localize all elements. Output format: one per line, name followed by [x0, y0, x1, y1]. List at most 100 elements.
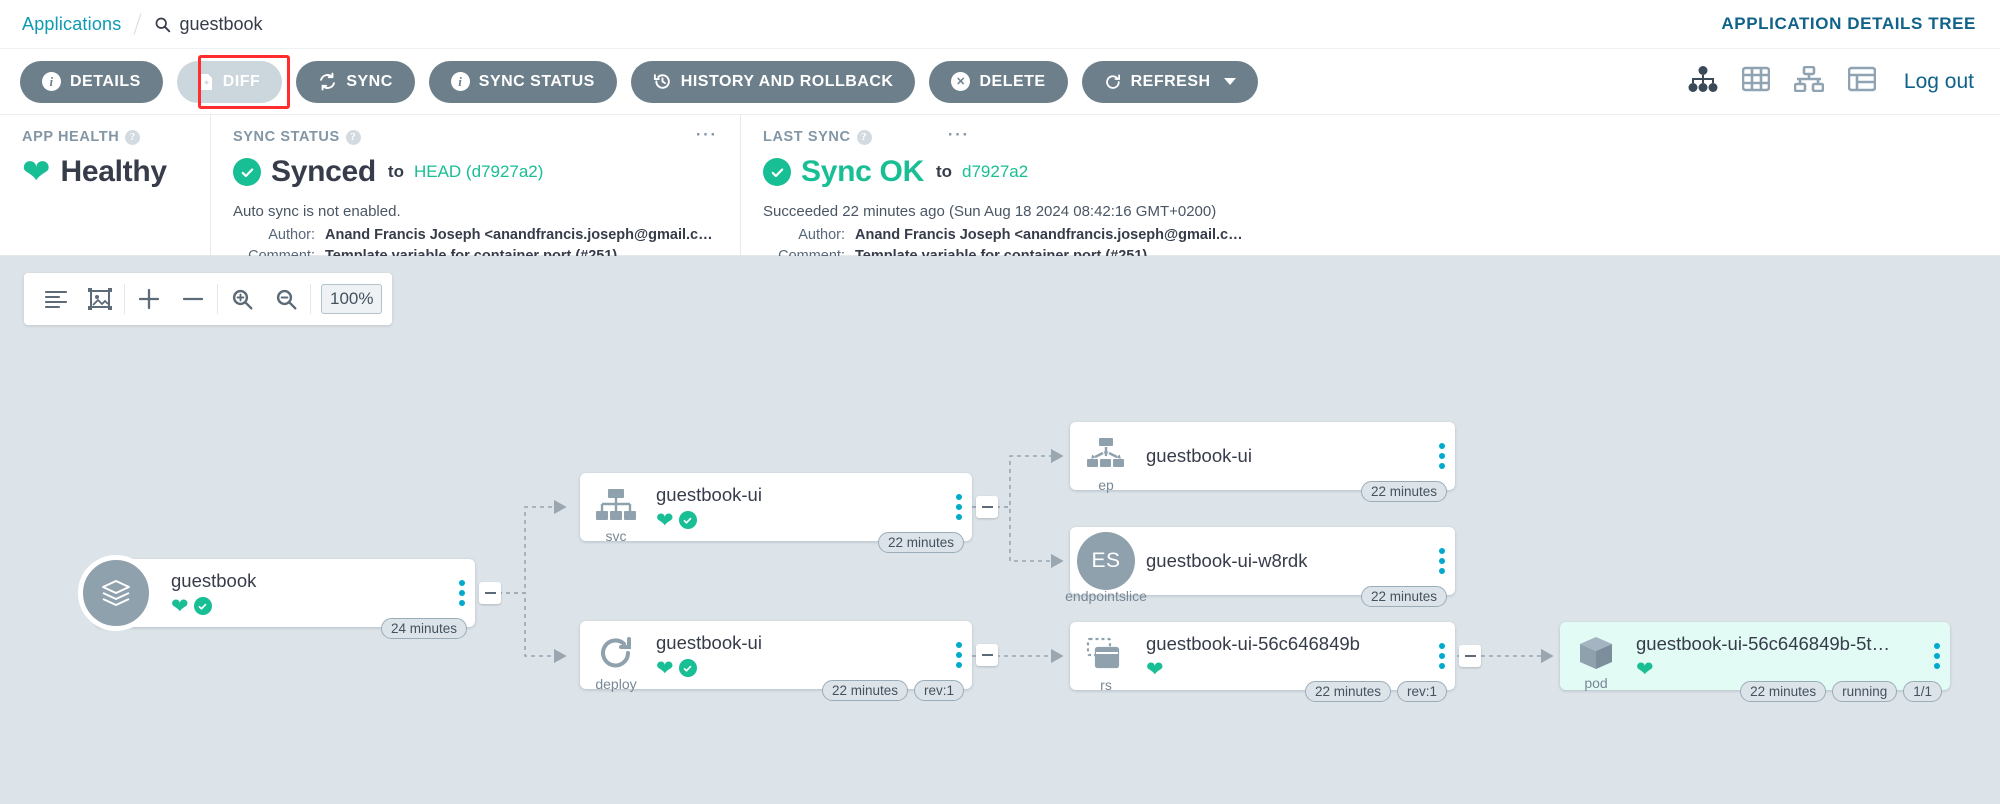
- tiles-view-icon[interactable]: [1742, 66, 1770, 97]
- close-circle-icon: ✕: [951, 72, 970, 91]
- node-body: guestbook ❤: [167, 570, 465, 617]
- sync-status-title: SYNC STATUS ?: [233, 129, 718, 145]
- node-menu-button[interactable]: [1439, 548, 1445, 574]
- last-sync-value-row: Sync OK to d7927a2: [763, 155, 1978, 189]
- node-name: guestbook-ui: [656, 632, 962, 654]
- graph-node-ep[interactable]: ep guestbook-ui 22 minutes: [1070, 422, 1455, 490]
- graph-node-endpointslice[interactable]: ES endpointslice guestbook-ui-w8rdk 22 m…: [1070, 527, 1455, 595]
- node-body: guestbook-ui-56c646849b-5t… ❤: [1632, 633, 1940, 680]
- help-icon[interactable]: ?: [346, 130, 361, 145]
- more-horizontal-icon[interactable]: ⋯: [947, 129, 971, 139]
- heart-icon: ❤: [22, 155, 51, 189]
- last-sync-note: Succeeded 22 minutes ago (Sun Aug 18 202…: [763, 203, 1978, 220]
- node-ready-badge: 1/1: [1903, 681, 1942, 702]
- status-panels: APP HEALTH ? ❤ Healthy SYNC STATUS ? ⋯ S…: [0, 114, 2000, 256]
- node-name: guestbook-ui-56c646849b-5t…: [1636, 633, 1940, 655]
- heart-icon: ❤: [171, 596, 189, 617]
- node-menu-button[interactable]: [459, 580, 465, 606]
- delete-button[interactable]: ✕ DELETE: [929, 61, 1067, 103]
- details-button-label: DETAILS: [70, 73, 141, 91]
- action-toolbar: i DETAILS DIFF SYNC i SYNC STATUS HISTOR…: [0, 48, 2000, 114]
- node-kind: rs: [1100, 677, 1112, 693]
- check-circle-icon: [763, 158, 791, 186]
- endpointslice-initials: ES: [1091, 549, 1120, 573]
- app-health-title-text: APP HEALTH: [22, 129, 119, 145]
- sync-status-panel: SYNC STATUS ? ⋯ Synced to HEAD (d7927a2)…: [210, 115, 740, 255]
- node-age-badge: 24 minutes: [381, 618, 467, 639]
- sync-revision-link[interactable]: HEAD (d7927a2): [414, 162, 543, 182]
- graph-node-svc[interactable]: svc guestbook-ui ❤ 22 minutes: [580, 473, 972, 541]
- heart-icon: ❤: [1636, 659, 1654, 680]
- graph-node-pod[interactable]: pod guestbook-ui-56c646849b-5t… ❤ 22 min…: [1560, 622, 1950, 690]
- details-button[interactable]: i DETAILS: [20, 61, 163, 103]
- node-body: guestbook-ui-w8rdk: [1142, 550, 1445, 572]
- file-diff-icon: [199, 73, 214, 91]
- node-collapse-button[interactable]: [976, 644, 998, 666]
- graph-toolbar: 100%: [24, 273, 392, 325]
- node-name: guestbook-ui-56c646849b: [1146, 633, 1445, 655]
- help-icon[interactable]: ?: [125, 130, 140, 145]
- node-collapse-button[interactable]: [976, 496, 998, 518]
- node-collapse-button[interactable]: [1459, 645, 1481, 667]
- node-icon-wrapper: rs: [1070, 637, 1142, 676]
- zoom-in-icon[interactable]: [220, 273, 264, 325]
- list-view-icon[interactable]: [1848, 66, 1876, 97]
- plus-icon[interactable]: [127, 273, 171, 325]
- last-sync-author-value: Anand Francis Joseph <anandfrancis.josep…: [855, 225, 1243, 246]
- app-health-value-row: ❤ Healthy: [22, 155, 188, 189]
- last-sync-author-row: Author: Anand Francis Joseph <anandfranc…: [763, 225, 1978, 246]
- heart-icon: ❤: [656, 658, 674, 679]
- help-icon[interactable]: ?: [857, 130, 872, 145]
- application-resource-tree[interactable]: 100%: [0, 256, 2000, 804]
- sync-author-key: Author:: [233, 225, 325, 246]
- node-status: ❤: [656, 510, 962, 531]
- tree-view-icon[interactable]: [1688, 66, 1718, 97]
- node-name: guestbook-ui: [656, 484, 962, 506]
- network-view-icon[interactable]: [1794, 66, 1824, 97]
- check-circle-icon: [679, 511, 697, 529]
- graph-node-deploy[interactable]: deploy guestbook-ui ❤ 22 minutes rev:1: [580, 621, 972, 689]
- node-icon-wrapper: ES endpointslice: [1070, 532, 1142, 590]
- node-badges: 22 minutes rev:1: [822, 680, 964, 701]
- sync-status-value: Synced: [271, 155, 376, 189]
- last-sync-author-key: Author:: [763, 225, 855, 246]
- application-details-tree-link[interactable]: APPLICATION DETAILS TREE: [1721, 14, 1976, 34]
- logout-button[interactable]: Log out: [1904, 70, 1974, 94]
- history-and-rollback-button[interactable]: HISTORY AND ROLLBACK: [631, 61, 916, 103]
- node-icon-wrapper: pod: [1560, 635, 1632, 678]
- zoom-out-icon[interactable]: [264, 273, 308, 325]
- node-age-badge: 22 minutes: [1361, 481, 1447, 502]
- node-menu-button[interactable]: [956, 494, 962, 520]
- refresh-button[interactable]: REFRESH: [1082, 61, 1258, 103]
- node-badges: 22 minutes: [878, 532, 964, 553]
- sync-to-label: to: [388, 162, 404, 182]
- more-horizontal-icon[interactable]: ⋯: [695, 129, 719, 139]
- node-body: guestbook-ui-56c646849b ❤: [1142, 633, 1445, 680]
- last-sync-revision-link[interactable]: d7927a2: [962, 162, 1028, 182]
- graph-node-rs[interactable]: rs guestbook-ui-56c646849b ❤ 22 minutes …: [1070, 622, 1455, 690]
- graph-node-application[interactable]: guestbook ❤ 24 minutes: [95, 559, 475, 627]
- node-menu-button[interactable]: [956, 642, 962, 668]
- zoom-level-input[interactable]: 100%: [321, 284, 382, 314]
- minus-icon[interactable]: [171, 273, 215, 325]
- deployment-icon: [598, 636, 634, 675]
- sync-status-button[interactable]: i SYNC STATUS: [429, 61, 617, 103]
- node-status: ❤: [171, 596, 465, 617]
- align-left-icon[interactable]: [34, 273, 78, 325]
- sync-button[interactable]: SYNC: [296, 61, 414, 103]
- node-menu-button[interactable]: [1439, 643, 1445, 669]
- sync-author-value: Anand Francis Joseph <anandfrancis.josep…: [325, 225, 713, 246]
- breadcrumb-bar: Applications guestbook APPLICATION DETAI…: [0, 0, 2000, 48]
- breadcrumb-app-name: guestbook: [179, 14, 262, 35]
- cube-icon: [1576, 635, 1616, 678]
- sync-icon: [318, 72, 337, 91]
- fit-to-screen-icon[interactable]: [78, 273, 122, 325]
- endpoints-icon: [1085, 437, 1127, 476]
- node-revision-badge: rev:1: [1397, 681, 1447, 702]
- layers-icon: [78, 555, 154, 631]
- diff-button[interactable]: DIFF: [177, 61, 283, 103]
- node-collapse-button[interactable]: [479, 582, 501, 604]
- breadcrumb-applications-link[interactable]: Applications: [22, 14, 121, 35]
- node-menu-button[interactable]: [1439, 443, 1445, 469]
- node-menu-button[interactable]: [1934, 643, 1940, 669]
